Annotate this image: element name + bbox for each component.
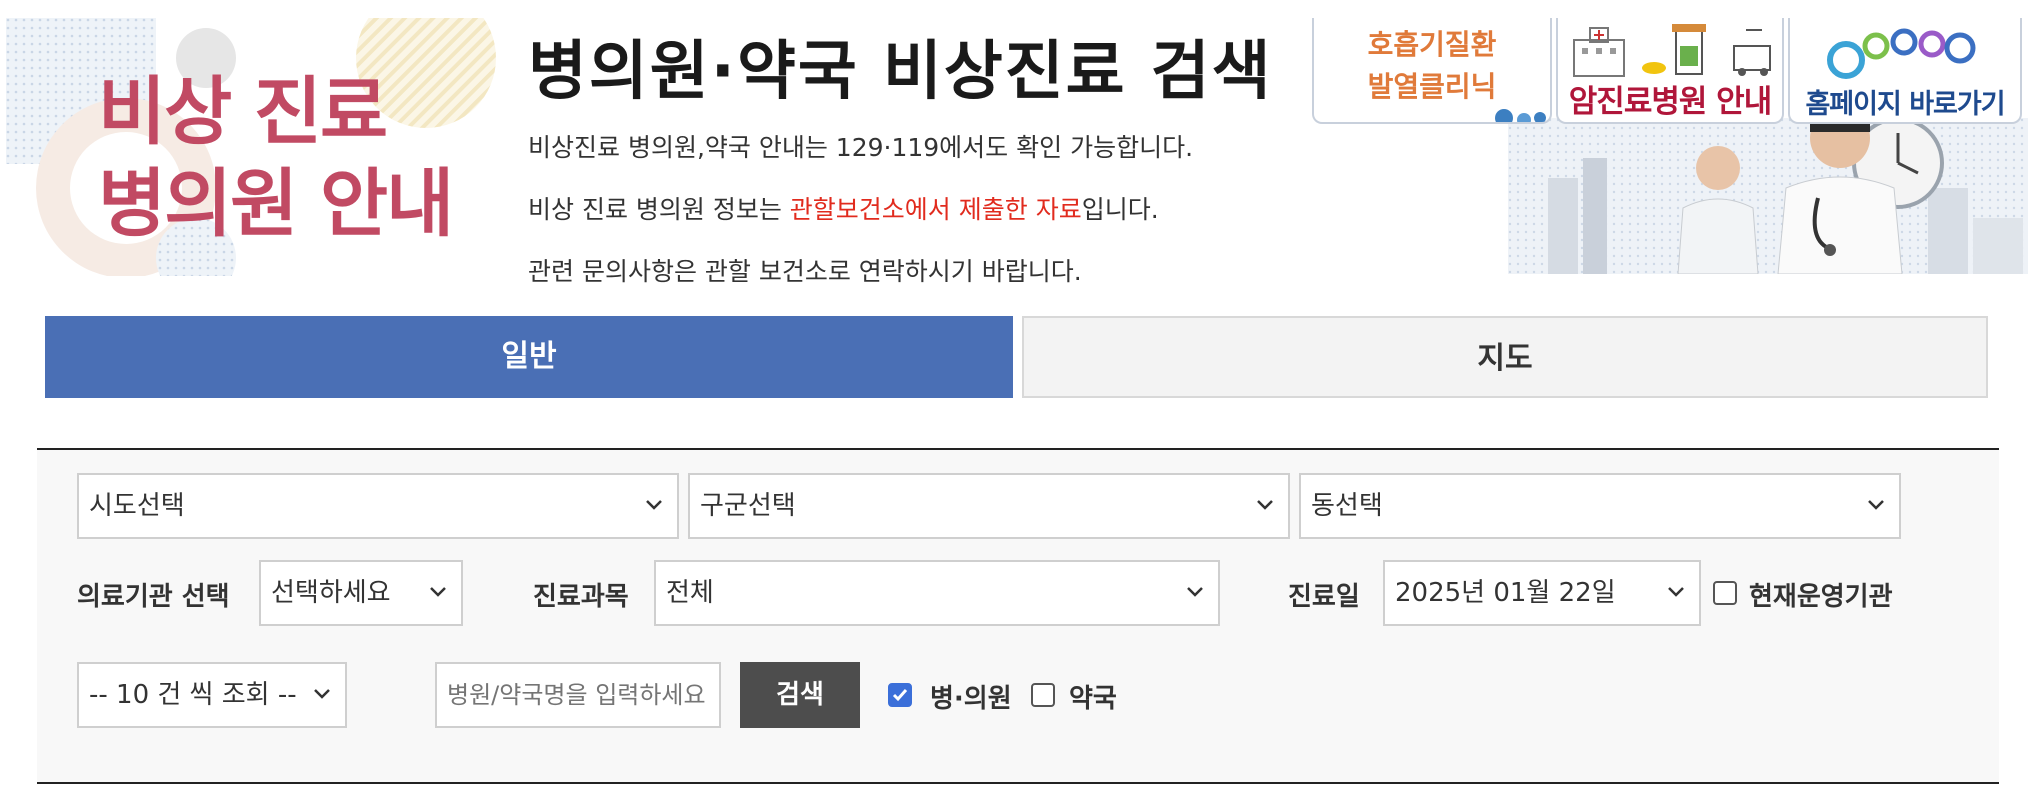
hospital-building-icon <box>1573 24 1771 77</box>
page-size-select[interactable]: -- 10 건 씩 조회 -- <box>77 662 347 728</box>
date-select-value: 2025년 01월 22일 <box>1395 578 1616 608</box>
emergency-care-logo: 비상 진료 병의원 안내 <box>6 18 496 276</box>
info-line-contact: 비상진료 병의원,약국 안내는 129·119에서도 확인 가능합니다. <box>528 133 1194 162</box>
gugun-select[interactable]: 구군선택 <box>688 473 1290 539</box>
cancer-hospital-banner[interactable]: 암진료병원 안내 <box>1556 18 1784 124</box>
date-label: 진료일 <box>1288 582 1360 612</box>
info-source-highlight: 관할보건소에서 제출한 자료 <box>789 195 1082 224</box>
chevron-down-icon <box>1187 587 1203 597</box>
page-size-select-value: -- 10 건 씩 조회 -- <box>89 680 297 710</box>
respiratory-line-1: 호흡기질환 <box>1367 28 1497 61</box>
homepage-text: 홈페이지 바로가기 <box>1805 89 2005 120</box>
info-source-prefix: 비상 진료 병의원 정보는 <box>528 195 790 224</box>
sido-select[interactable]: 시도선택 <box>77 473 679 539</box>
institution-select[interactable]: 선택하세요 <box>259 560 463 626</box>
dong-select-value: 동선택 <box>1311 491 1383 521</box>
institution-select-value: 선택하세요 <box>271 578 391 608</box>
doctors-banner-image <box>1508 118 2028 274</box>
respiratory-clinic-banner[interactable]: 호흡기질환 발열클리닉 <box>1312 18 1552 124</box>
page-title: 병의원·약국 비상진료 검색 <box>528 35 1273 109</box>
chevron-down-icon <box>1868 500 1884 510</box>
pharmacy-label: 약국 <box>1069 684 1117 714</box>
search-button[interactable]: 검색 <box>740 662 860 728</box>
respiratory-clinic-text: 호흡기질환 발열클리닉 <box>1314 24 1550 108</box>
operating-now-label: 현재운영기관 <box>1749 582 1893 612</box>
homepage-logo-icon <box>1827 28 1976 79</box>
chevron-down-icon <box>1257 500 1273 510</box>
cancer-hospital-text: 암진료병원 안내 <box>1568 84 1772 120</box>
info-line-inquiry: 관련 문의사항은 관할 보건소로 연락하시기 바랍니다. <box>528 257 1082 286</box>
logo-line-1: 비상 진료 <box>98 69 388 155</box>
name-search-input[interactable] <box>435 662 721 728</box>
logo-text: 비상 진료 병의원 안내 <box>98 66 454 250</box>
tab-general[interactable]: 일반 <box>45 316 1013 398</box>
date-select[interactable]: 2025년 01월 22일 <box>1383 560 1701 626</box>
info-line-source: 비상 진료 병의원 정보는 관할보건소에서 제출한 자료입니다. <box>528 190 1159 226</box>
chevron-down-icon <box>1668 587 1684 597</box>
department-label: 진료과목 <box>533 582 629 612</box>
pharmacy-checkbox[interactable] <box>1031 683 1055 707</box>
search-panel: 시도선택 구군선택 동선택 의료기관 선택 선택하세요 진료과목 전체 진료일 … <box>37 448 1999 784</box>
hospital-checkbox[interactable] <box>888 683 912 707</box>
dong-select[interactable]: 동선택 <box>1299 473 1901 539</box>
info-source-suffix: 입니다. <box>1081 195 1159 224</box>
checkmark-icon <box>892 689 908 702</box>
hospital-label: 병·의원 <box>930 684 1012 714</box>
department-select[interactable]: 전체 <box>654 560 1220 626</box>
homepage-banner[interactable]: 홈페이지 바로가기 <box>1788 18 2022 124</box>
operating-now-checkbox[interactable] <box>1713 581 1737 605</box>
logo-line-2: 병의원 안내 <box>98 161 454 247</box>
chevron-down-icon <box>646 500 662 510</box>
chevron-down-icon <box>314 689 330 699</box>
gugun-select-value: 구군선택 <box>700 491 796 521</box>
institution-label: 의료기관 선택 <box>77 582 230 612</box>
chevron-down-icon <box>430 587 446 597</box>
sido-select-value: 시도선택 <box>89 491 185 521</box>
department-select-value: 전체 <box>666 578 714 608</box>
virus-icon <box>1495 109 1546 122</box>
tab-map[interactable]: 지도 <box>1022 316 1988 398</box>
